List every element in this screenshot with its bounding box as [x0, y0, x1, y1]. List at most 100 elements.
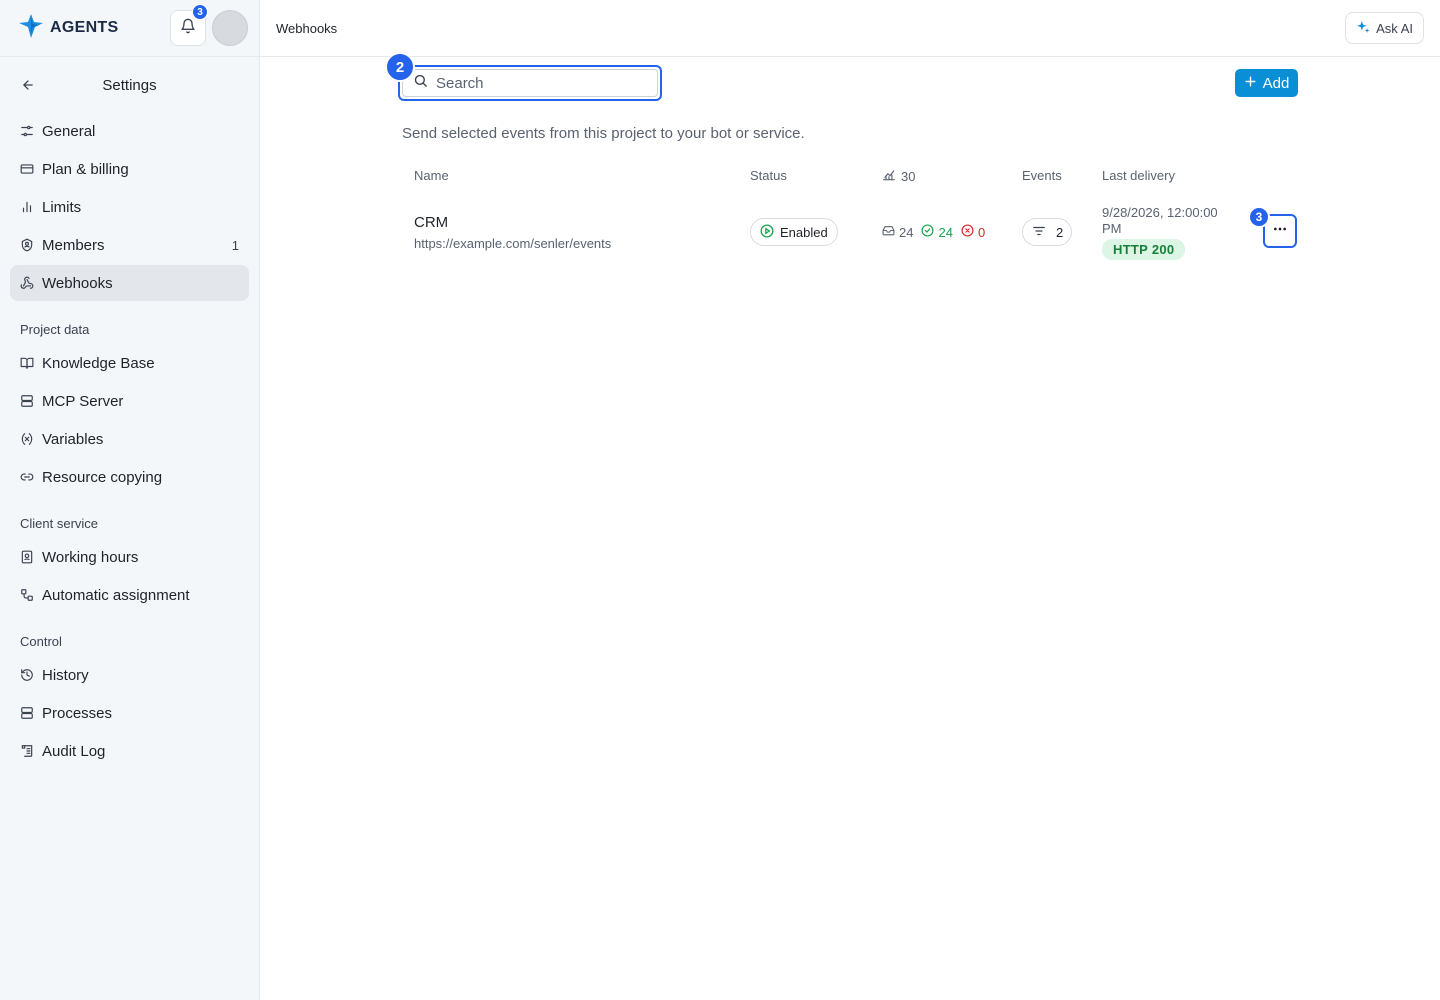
status-badge[interactable]: Enabled	[750, 218, 838, 246]
column-header-events: Events	[1022, 168, 1062, 183]
sidebar-item-automatic-assignment[interactable]: Automatic assignment	[10, 577, 249, 613]
sidebar: AGENTS 3 Settings General Plan & billing	[0, 0, 260, 1000]
column-header-last-delivery: Last delivery	[1102, 168, 1175, 183]
stat-failed: 0	[961, 224, 985, 240]
webhook-icon	[20, 276, 34, 290]
section-label-client-service: Client service	[20, 515, 99, 531]
sidebar-item-processes[interactable]: Processes	[10, 695, 249, 731]
sidebar-item-label: Working hours	[42, 548, 139, 566]
bell-icon	[180, 18, 196, 39]
notification-badge: 3	[192, 4, 208, 20]
sidebar-item-label: History	[42, 666, 89, 684]
brand-name: AGENTS	[50, 19, 119, 36]
sidebar-item-limits[interactable]: Limits	[10, 189, 249, 225]
page-description: Send selected events from this project t…	[402, 125, 805, 142]
stat-success-value: 24	[938, 224, 953, 240]
sidebar-item-mcp-server[interactable]: MCP Server	[10, 383, 249, 419]
events-filter-badge[interactable]: 2	[1022, 218, 1073, 246]
book-open-icon	[20, 356, 34, 370]
status-label: Enabled	[780, 224, 828, 240]
page-title: Webhooks	[276, 20, 338, 36]
link-icon	[20, 470, 34, 484]
sidebar-item-working-hours[interactable]: Working hours	[10, 539, 249, 575]
add-label: Add	[1262, 74, 1290, 92]
sidebar-item-resource-copying[interactable]: Resource copying	[10, 459, 249, 495]
sidebar-item-knowledge-base[interactable]: Knowledge Base	[10, 345, 249, 381]
top-bar: Webhooks Ask AI	[260, 0, 1440, 57]
sidebar-item-plan-billing[interactable]: Plan & billing	[10, 151, 249, 187]
sidebar-item-label: Plan & billing	[42, 160, 129, 178]
inbox-icon	[882, 224, 895, 240]
sparkle-icon	[1356, 20, 1370, 37]
webhook-name: CRM	[414, 214, 449, 231]
members-count: 1	[231, 237, 239, 253]
activity-chart-icon	[882, 168, 896, 185]
x-circle-icon	[961, 224, 974, 240]
bar-chart-icon	[20, 200, 34, 214]
table-row[interactable]: CRM https://example.com/senler/events En…	[414, 205, 1304, 261]
sidebar-item-variables[interactable]: Variables	[10, 421, 249, 457]
credit-card-icon	[20, 162, 34, 176]
brand-bar: AGENTS 3	[0, 0, 259, 57]
events-cell: 2	[1022, 218, 1073, 246]
stat-total-value: 24	[899, 224, 914, 240]
column-header-requests: 30	[882, 168, 915, 185]
sidebar-item-label: Webhooks	[42, 274, 113, 292]
ask-ai-button[interactable]: Ask AI	[1345, 12, 1424, 44]
scroll-log-icon	[20, 744, 34, 758]
logo-icon	[18, 13, 44, 44]
sidebar-item-label: Audit Log	[42, 742, 106, 760]
delivery-stats: 24 24 0	[882, 224, 985, 240]
plus-icon	[1244, 75, 1257, 92]
sidebar-item-general[interactable]: General	[10, 113, 249, 149]
search-input[interactable]	[436, 74, 626, 92]
sidebar-item-history[interactable]: History	[10, 657, 249, 693]
add-webhook-button[interactable]: Add	[1235, 69, 1298, 97]
settings-title: Settings	[102, 76, 157, 94]
step-marker-3: 3	[1248, 206, 1270, 228]
more-horizontal-icon	[1272, 221, 1288, 242]
play-circle-icon	[760, 224, 774, 241]
stat-total: 24	[882, 224, 913, 240]
settings-header: Settings	[0, 57, 259, 113]
workflow-icon	[20, 588, 34, 602]
sidebar-item-members[interactable]: Members 1	[10, 227, 249, 263]
sidebar-item-label: Knowledge Base	[42, 354, 155, 372]
logo[interactable]: AGENTS	[18, 13, 118, 44]
settings-nav: General Plan & billing Limits Members 1 …	[0, 113, 259, 769]
sidebar-item-label: General	[42, 122, 96, 140]
avatar[interactable]	[212, 10, 248, 46]
sidebar-item-label: Automatic assignment	[42, 586, 190, 604]
notifications-button[interactable]: 3	[170, 4, 208, 46]
sidebar-item-webhooks[interactable]: Webhooks	[10, 265, 249, 301]
status-cell: Enabled	[750, 218, 838, 246]
section-label-project-data: Project data	[20, 321, 90, 337]
requests-total: 30	[901, 169, 916, 184]
sidebar-item-label: Resource copying	[42, 468, 163, 486]
history-icon	[20, 668, 34, 682]
section-label-control: Control	[20, 633, 62, 649]
sidebar-item-audit-log[interactable]: Audit Log	[10, 733, 249, 769]
server-icon	[20, 394, 34, 408]
search-box[interactable]	[398, 65, 662, 101]
sidebar-item-label: MCP Server	[42, 392, 124, 410]
http-status-badge: HTTP 200	[1102, 239, 1186, 260]
server-icon	[20, 706, 34, 720]
check-circle-icon	[921, 224, 934, 240]
webhook-name-cell: CRM https://example.com/senler/events	[414, 214, 611, 251]
webhook-url: https://example.com/senler/events	[414, 236, 612, 251]
sidebar-item-label: Members	[42, 236, 105, 254]
last-delivery-date: 9/28/2026, 12:00:00 PM	[1102, 205, 1218, 236]
stat-success: 24	[921, 224, 953, 240]
sliders-icon	[20, 124, 34, 138]
sidebar-item-label: Limits	[42, 198, 82, 216]
user-shield-icon	[20, 238, 34, 252]
back-arrow-icon[interactable]	[18, 75, 38, 95]
table-header: Name Status 30 Events Last delivery	[414, 168, 1294, 184]
column-header-name: Name	[414, 168, 449, 183]
badge-id-icon	[20, 550, 34, 564]
last-delivery-cell: 9/28/2026, 12:00:00 PM HTTP 200	[1102, 205, 1222, 260]
step-marker-2: 2	[385, 52, 415, 82]
ask-ai-label: Ask AI	[1376, 20, 1413, 36]
sidebar-item-label: Variables	[42, 430, 104, 448]
